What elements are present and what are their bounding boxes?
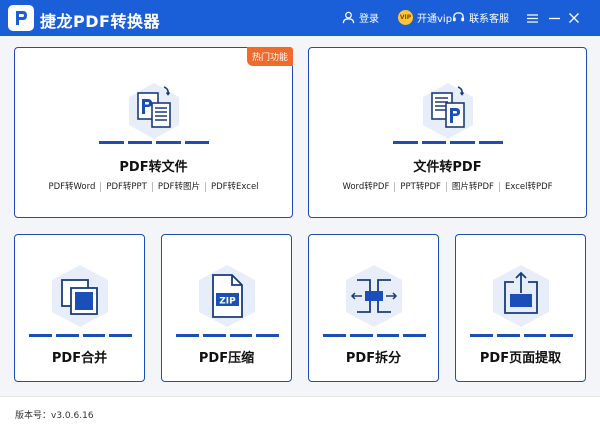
excel-to-pdf-link[interactable]: Excel转PDF <box>500 182 558 192</box>
service-label: 联系客服 <box>469 14 509 25</box>
pdf-to-image-link[interactable]: PDF转图片 <box>153 182 206 192</box>
card-title: PDF页面提取 <box>479 351 562 366</box>
pdf-merge-card[interactable]: PDF合并 <box>14 234 145 382</box>
image-to-pdf-link[interactable]: 图片转PDF <box>447 182 500 192</box>
split-icon <box>346 265 402 327</box>
title-bar: 捷龙PDF转换器 登录 VIP 开通vip 联系客服 <box>0 0 600 36</box>
card-title: PDF压缩 <box>198 351 255 366</box>
user-icon <box>342 11 355 24</box>
vip-icon: VIP <box>398 10 413 25</box>
zip-label: ZIP <box>219 297 236 307</box>
pdf-to-excel-link[interactable]: PDF转Excel <box>206 182 264 192</box>
app-title: 捷龙PDF转换器 <box>40 12 160 31</box>
sub-links: Word转PDF PPT转PDF 图片转PDF Excel转PDF <box>309 182 586 192</box>
pdf-to-word-link[interactable]: PDF转Word <box>43 182 102 192</box>
minimize-button[interactable] <box>546 9 562 27</box>
version-label: 版本号：v3.0.6.16 <box>15 411 94 421</box>
divider <box>323 334 426 337</box>
pdf-page-extract-card[interactable]: PDF页面提取 <box>455 234 586 382</box>
contact-service-button[interactable]: 联系客服 <box>452 10 509 25</box>
divider <box>176 334 279 337</box>
status-bar: 版本号：v3.0.6.16 <box>0 396 600 431</box>
vip-label: 开通vip <box>417 14 453 25</box>
merge-icon <box>52 265 108 327</box>
card-title: PDF转文件 <box>119 160 188 175</box>
close-button[interactable] <box>566 9 582 27</box>
headset-icon <box>452 12 465 22</box>
divider <box>470 334 573 337</box>
divider <box>99 141 209 144</box>
compress-icon: ZIP <box>199 265 255 327</box>
vip-button[interactable]: VIP 开通vip <box>398 10 452 25</box>
file-to-pdf-card[interactable]: 文件转PDF Word转PDF PPT转PDF 图片转PDF Excel转PDF <box>308 47 587 218</box>
pdf-to-file-card[interactable]: 热门功能 PDF转文件 PDF转Word PDF转PPT PDF转图片 PDF转… <box>14 47 293 218</box>
word-to-pdf-link[interactable]: Word转PDF <box>337 182 396 192</box>
minimize-icon <box>548 17 560 19</box>
menu-button[interactable] <box>524 9 540 27</box>
sub-links: PDF转Word PDF转PPT PDF转图片 PDF转Excel <box>15 182 292 192</box>
menu-icon <box>526 13 538 23</box>
card-title: PDF拆分 <box>345 351 402 366</box>
file-to-pdf-icon <box>423 83 473 139</box>
close-icon <box>569 13 579 23</box>
login-label: 登录 <box>359 14 379 25</box>
divider <box>29 334 132 337</box>
pdf-to-ppt-link[interactable]: PDF转PPT <box>101 182 153 192</box>
card-title: 文件转PDF <box>413 160 482 175</box>
pdf-split-card[interactable]: PDF拆分 <box>308 234 439 382</box>
login-button[interactable]: 登录 <box>342 10 379 25</box>
pdf-compress-card[interactable]: ZIP PDF压缩 <box>161 234 292 382</box>
extract-icon <box>493 265 549 327</box>
ppt-to-pdf-link[interactable]: PPT转PDF <box>395 182 447 192</box>
card-title: PDF合并 <box>51 351 108 366</box>
app-logo-icon <box>8 5 34 31</box>
pdf-to-file-icon <box>129 83 179 139</box>
hot-feature-badge: 热门功能 <box>246 47 293 66</box>
divider <box>393 141 503 144</box>
